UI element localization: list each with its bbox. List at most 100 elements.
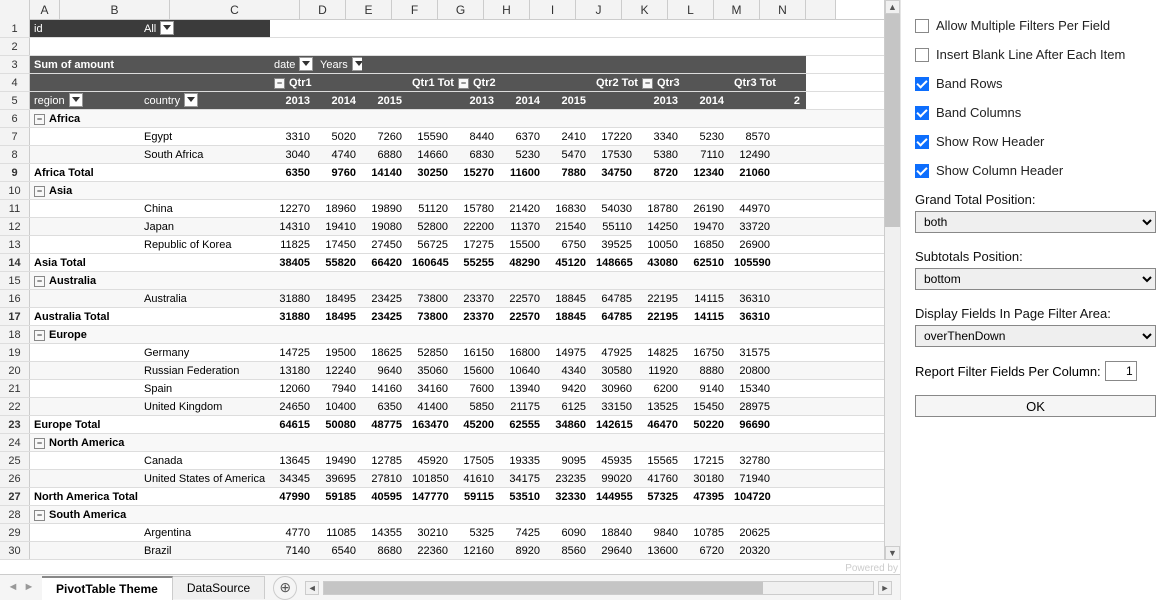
data-cell[interactable]: 14160 [362, 380, 408, 397]
data-cell[interactable]: 48290 [500, 254, 546, 271]
data-cell[interactable]: 22360 [408, 542, 454, 559]
data-cell[interactable]: 26900 [730, 236, 776, 253]
data-cell[interactable]: 99020 [592, 470, 638, 487]
data-cell[interactable] [500, 182, 546, 199]
data-cell[interactable] [776, 398, 806, 415]
data-cell[interactable] [776, 146, 806, 163]
data-cell[interactable] [316, 434, 362, 451]
row-head-6[interactable]: 6 [0, 110, 30, 127]
data-cell[interactable] [546, 272, 592, 289]
data-cell[interactable] [776, 470, 806, 487]
data-cell[interactable]: 54030 [592, 200, 638, 217]
qtr-header[interactable] [684, 74, 730, 91]
data-cell[interactable] [454, 326, 500, 343]
data-cell[interactable]: 32780 [730, 452, 776, 469]
collapse-icon[interactable]: − [34, 276, 45, 287]
subtotals-select[interactable]: bottom [915, 268, 1156, 290]
id-value[interactable]: All [140, 20, 270, 37]
vertical-scrollbar[interactable]: ▲ ▼ [884, 0, 900, 560]
data-cell[interactable]: 30210 [408, 524, 454, 541]
sum-label[interactable]: Sum of amount [30, 56, 140, 73]
data-cell[interactable] [362, 434, 408, 451]
row-head-28[interactable]: 28 [0, 506, 30, 523]
data-cell[interactable]: 10050 [638, 236, 684, 253]
data-cell[interactable] [454, 110, 500, 127]
data-cell[interactable]: 20800 [730, 362, 776, 379]
data-cell[interactable] [776, 524, 806, 541]
data-cell[interactable] [776, 344, 806, 361]
data-cell[interactable] [408, 506, 454, 523]
data-cell[interactable] [776, 182, 806, 199]
data-cell[interactable]: 15340 [730, 380, 776, 397]
total-label[interactable]: Africa Total [30, 164, 140, 181]
data-cell[interactable]: 50080 [316, 416, 362, 433]
data-cell[interactable] [408, 326, 454, 343]
data-cell[interactable] [500, 272, 546, 289]
data-cell[interactable]: 13645 [270, 452, 316, 469]
qtr-header[interactable] [316, 74, 362, 91]
data-cell[interactable]: 31880 [270, 290, 316, 307]
year-header[interactable]: 2015 [546, 92, 592, 109]
data-cell[interactable]: 53510 [500, 488, 546, 505]
data-cell[interactable] [408, 110, 454, 127]
data-cell[interactable]: 30580 [592, 362, 638, 379]
col-head-G[interactable]: G [438, 0, 484, 19]
data-cell[interactable] [638, 272, 684, 289]
qtr-header[interactable]: Qtr1 Total [408, 74, 454, 91]
data-cell[interactable] [730, 434, 776, 451]
data-cell[interactable] [546, 326, 592, 343]
filter-icon[interactable] [299, 57, 313, 71]
region-cell[interactable]: −Europe [30, 326, 140, 343]
data-cell[interactable]: 163470 [408, 416, 454, 433]
data-cell[interactable] [776, 164, 806, 181]
data-cell[interactable] [684, 326, 730, 343]
col-head-I[interactable]: I [530, 0, 576, 19]
data-cell[interactable]: 41400 [408, 398, 454, 415]
scroll-left-button[interactable]: ◄ [305, 581, 319, 595]
scroll-down-button[interactable]: ▼ [885, 546, 900, 560]
data-cell[interactable]: 6720 [684, 542, 730, 559]
col-head-F[interactable]: F [392, 0, 438, 19]
data-cell[interactable]: 36310 [730, 290, 776, 307]
data-cell[interactable]: 62510 [684, 254, 730, 271]
total-label[interactable]: Australia Total [30, 308, 140, 325]
data-cell[interactable]: 39525 [592, 236, 638, 253]
collapse-icon[interactable]: − [274, 78, 285, 89]
data-cell[interactable]: 14660 [408, 146, 454, 163]
row-head-17[interactable]: 17 [0, 308, 30, 325]
data-cell[interactable]: 23425 [362, 308, 408, 325]
data-cell[interactable] [776, 416, 806, 433]
data-cell[interactable]: 55820 [316, 254, 362, 271]
row-head-13[interactable]: 13 [0, 236, 30, 253]
data-cell[interactable]: 6750 [546, 236, 592, 253]
data-cell[interactable]: 48775 [362, 416, 408, 433]
data-cell[interactable] [316, 326, 362, 343]
data-cell[interactable]: 8720 [638, 164, 684, 181]
data-cell[interactable]: 39695 [316, 470, 362, 487]
country-label[interactable]: country [140, 92, 270, 109]
data-cell[interactable] [776, 110, 806, 127]
data-cell[interactable] [408, 434, 454, 451]
row-head-4[interactable]: 4 [0, 74, 30, 91]
data-cell[interactable]: 59115 [454, 488, 500, 505]
row-head-10[interactable]: 10 [0, 182, 30, 199]
data-cell[interactable] [638, 326, 684, 343]
data-cell[interactable] [776, 542, 806, 559]
data-cell[interactable]: 18845 [546, 308, 592, 325]
data-cell[interactable]: 22570 [500, 290, 546, 307]
data-cell[interactable]: 14115 [684, 290, 730, 307]
checkbox[interactable] [915, 135, 929, 149]
year-header[interactable]: 2 [776, 92, 806, 109]
data-cell[interactable]: 21060 [730, 164, 776, 181]
data-cell[interactable]: 73800 [408, 290, 454, 307]
year-header[interactable]: 2014 [500, 92, 546, 109]
data-cell[interactable]: 45120 [546, 254, 592, 271]
country-cell[interactable]: Canada [140, 452, 270, 469]
data-cell[interactable] [500, 506, 546, 523]
data-cell[interactable]: 17275 [454, 236, 500, 253]
year-header[interactable] [730, 92, 776, 109]
row-head-29[interactable]: 29 [0, 524, 30, 541]
checkbox[interactable] [915, 164, 929, 178]
data-cell[interactable]: 64615 [270, 416, 316, 433]
data-cell[interactable]: 17220 [592, 128, 638, 145]
